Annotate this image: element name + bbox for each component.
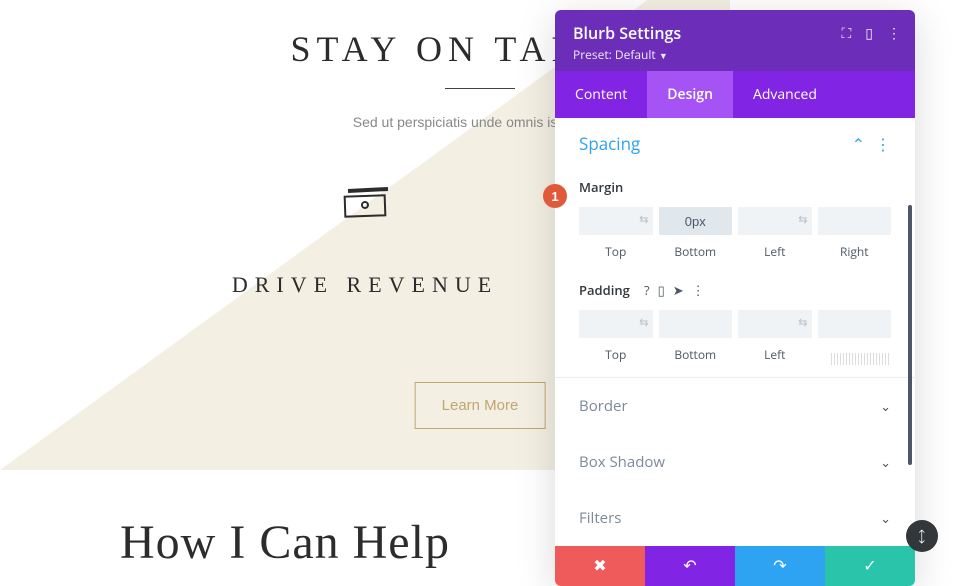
chevron-down-icon: ▼: [659, 49, 668, 62]
tab-design[interactable]: Design: [647, 71, 733, 118]
redo-icon: ↷: [773, 556, 786, 576]
undo-button[interactable]: ↶: [645, 546, 735, 586]
chevron-down-icon: ⌄: [880, 453, 891, 471]
section-heading: How I Can Help: [120, 515, 450, 570]
tab-bar: Content Design Advanced: [555, 71, 915, 118]
save-button[interactable]: ✓: [825, 546, 915, 586]
kebab-menu-icon[interactable]: ⋮: [692, 281, 705, 299]
padding-right-input[interactable]: [818, 310, 892, 338]
section-spacing-header[interactable]: Spacing ⌃ ⋮: [555, 118, 915, 161]
close-icon: ✖: [593, 556, 606, 576]
margin-top-label: Top: [579, 243, 653, 260]
title-divider: [445, 88, 515, 89]
expand-icon[interactable]: ▯: [865, 24, 873, 43]
learn-more-button[interactable]: Learn More: [415, 382, 546, 429]
margin-right-label: Right: [818, 243, 892, 260]
close-button[interactable]: ✖: [555, 546, 645, 586]
money-icon: [348, 187, 388, 193]
tab-advanced[interactable]: Advanced: [733, 71, 837, 118]
help-icon[interactable]: ?: [644, 281, 650, 299]
link-icon[interactable]: ⇆: [798, 315, 807, 330]
annotation-marker-1: 1: [543, 184, 567, 208]
dock-icon[interactable]: ⛶: [841, 24, 851, 43]
panel-footer: ✖ ↶ ↷ ✓: [555, 546, 915, 586]
chevron-down-icon: ⌄: [880, 397, 891, 415]
margin-bottom-label: Bottom: [659, 243, 733, 260]
margin-right-input[interactable]: [818, 207, 892, 235]
redo-button[interactable]: ↷: [735, 546, 825, 586]
margin-label: Margin: [579, 178, 623, 196]
money-icon: [344, 194, 387, 217]
section-border-header[interactable]: Border ⌄: [555, 378, 915, 434]
link-icon[interactable]: ⇆: [639, 212, 648, 227]
panel-header[interactable]: Blurb Settings Preset: Default ▼ ⛶ ▯ ⋮: [555, 10, 915, 71]
kebab-menu-icon[interactable]: ⋮: [887, 24, 901, 43]
padding-bottom-input[interactable]: [659, 310, 733, 338]
section-filters-header[interactable]: Filters ⌄: [555, 490, 915, 546]
link-icon[interactable]: ⇆: [639, 315, 648, 330]
cursor-icon[interactable]: ➤: [673, 281, 684, 299]
undo-icon: ↶: [683, 556, 696, 576]
margin-left-label: Left: [738, 243, 812, 260]
padding-left-label: Left: [738, 346, 812, 363]
check-icon: ✓: [863, 556, 876, 576]
margin-bottom-input[interactable]: [659, 207, 733, 235]
padding-label: Padding: [579, 281, 630, 299]
padding-top-label: Top: [579, 346, 653, 363]
chevron-up-icon: ⌃: [852, 133, 865, 155]
resize-handle-icon: [831, 353, 891, 365]
preset-selector[interactable]: Preset: Default ▼: [573, 46, 897, 63]
scrollbar[interactable]: [908, 205, 912, 465]
tab-content[interactable]: Content: [555, 71, 647, 118]
spacing-body: Margin ⇆ Top Bottom ⇆ Le: [555, 161, 915, 377]
chevron-down-icon: ⌄: [880, 509, 891, 527]
link-icon[interactable]: ⇆: [798, 212, 807, 227]
kebab-menu-icon[interactable]: ⋮: [875, 133, 891, 155]
phone-icon[interactable]: ▯: [658, 281, 665, 299]
padding-bottom-label: Bottom: [659, 346, 733, 363]
settings-panel: Blurb Settings Preset: Default ▼ ⛶ ▯ ⋮ C…: [555, 10, 915, 586]
section-shadow-header[interactable]: Box Shadow ⌄: [555, 434, 915, 490]
